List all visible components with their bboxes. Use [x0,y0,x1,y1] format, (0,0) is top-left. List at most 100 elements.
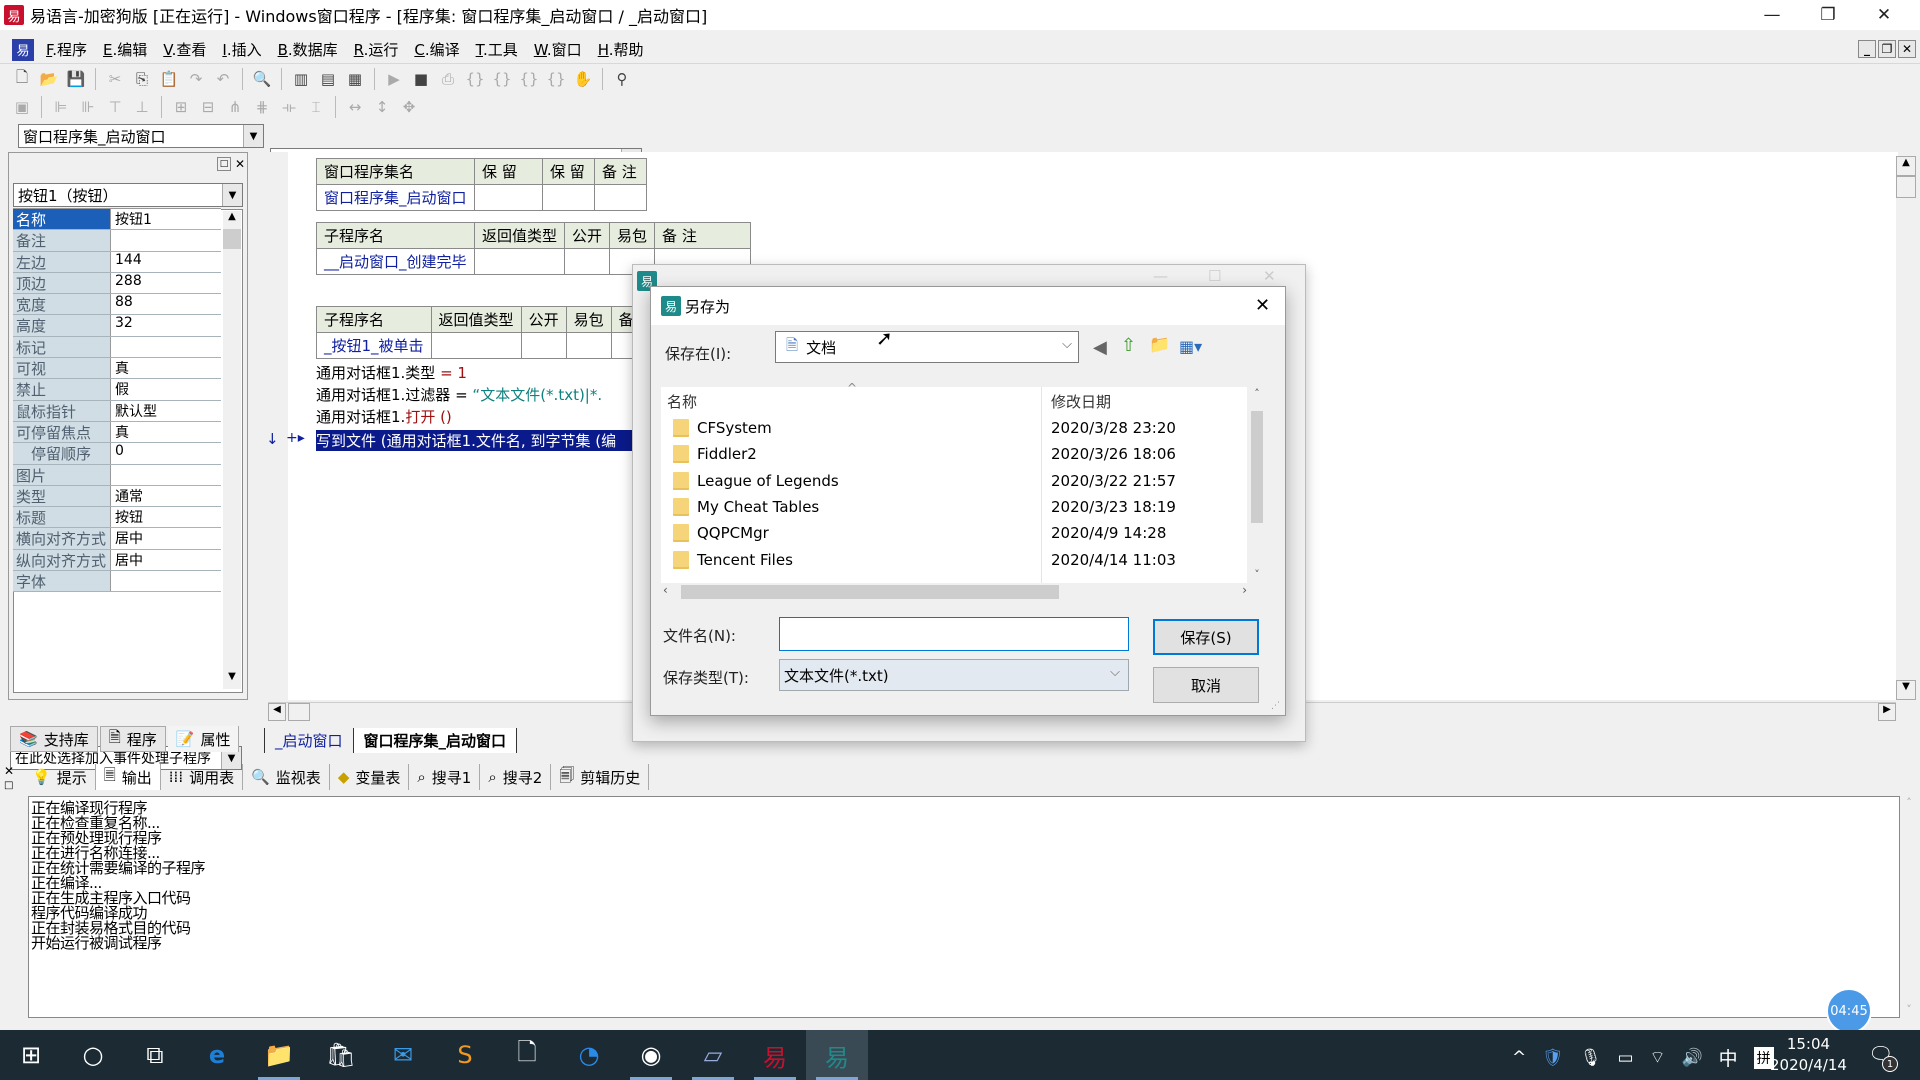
save-icon[interactable]: 💾 [64,67,88,91]
step-out-icon[interactable]: {} [517,67,541,91]
microphone-icon[interactable]: 🎙 [1580,1048,1602,1068]
property-row[interactable]: 可停留焦点真 [13,421,221,444]
volume-icon[interactable]: 🔊 [1681,1048,1702,1068]
align-left-icon[interactable]: ⊫ [49,95,73,119]
menu-run[interactable]: R.运行 [346,39,407,60]
property-value[interactable]: 32 [111,315,221,336]
tab-support-library[interactable]: 📚 支持库 [10,726,98,752]
property-value[interactable]: 0 [111,443,221,464]
property-row[interactable]: 可视真 [13,358,221,380]
file-list-vscrollbar[interactable]: ˄ ˅ [1247,387,1267,583]
redo-icon[interactable]: ↷ [184,67,208,91]
tab-hints[interactable]: 💡 提示 [24,764,96,790]
open-folder-icon[interactable]: 📂 [37,67,61,91]
step-into-icon[interactable]: {} [463,67,487,91]
tab-search2[interactable]: ⌕ 搜寻2 [480,764,552,790]
editor-vscrollbar[interactable]: ▲ ▼ [1896,156,1916,700]
property-row[interactable]: 类型 通常 [13,485,221,508]
selected-code-line[interactable]: 写到文件 (通用对话框1.文件名, 到字节集 (编 [316,430,632,451]
property-row[interactable]: 高度 32 [13,315,221,337]
layout-top-icon[interactable]: ▤ [316,67,340,91]
step-over-icon[interactable]: {} [490,67,514,91]
cut-icon[interactable]: ✂ [103,67,127,91]
task-view-button[interactable]: ⧉ [124,1030,186,1080]
search-button[interactable]: ○ [62,1030,124,1080]
code-line[interactable]: 通用对话框1.类型 = 1 [316,362,467,383]
chrome-icon[interactable]: ◉ [620,1030,682,1080]
property-value[interactable]: 真 [111,358,221,379]
eyuyan-teal-icon[interactable]: 易 [806,1030,868,1080]
new-folder-icon[interactable]: 📁 [1149,335,1170,355]
subroutine-name[interactable]: _按钮1_被单击 [316,332,432,359]
minimize-button[interactable]: — [1744,0,1800,30]
file-row[interactable]: Tencent Files 2020/4/14 11:03 [661,547,1241,573]
property-row[interactable]: 停留顺序 0 [13,443,221,465]
property-value[interactable] [111,571,221,592]
wifi-icon[interactable]: ⌔ [1650,1047,1666,1068]
layout-grid-icon[interactable]: ▦ [343,67,367,91]
tab-watch[interactable]: 🔍 监视表 [243,764,330,790]
menu-edit[interactable]: E.编辑 [95,39,155,60]
column-modified[interactable]: 修改日期 [1051,391,1111,412]
column-name[interactable]: 名称 [667,391,697,412]
align-right-icon[interactable]: ⊪ [76,95,100,119]
close-button[interactable]: ✕ [1856,0,1912,30]
mail-icon[interactable]: ✉ [372,1030,434,1080]
maximize-button[interactable]: ☐ [1208,267,1221,285]
store-icon[interactable]: 🛍 [310,1030,372,1080]
app-icon[interactable]: ▱ [682,1030,744,1080]
mdi-restore-button[interactable]: ❐ [1878,40,1896,58]
security-shield-icon[interactable]: 🛡 [1542,1048,1564,1068]
run-icon[interactable]: ▶ [382,67,406,91]
menu-compile[interactable]: C.编译 [406,39,467,60]
tab-variables[interactable]: ◆ 变量表 [330,764,410,790]
hand-icon[interactable]: ✋ [571,67,595,91]
binoculars-icon[interactable]: ⚲ [610,67,634,91]
align-top-icon[interactable]: ⊤ [103,95,127,119]
property-value[interactable]: 88 [111,294,221,315]
center-v-icon[interactable]: ⊟ [196,95,220,119]
property-value[interactable] [111,336,221,358]
save-button[interactable]: 保存(S) [1153,619,1259,655]
clock[interactable]: 15:04 2020/4/14 [1770,1034,1847,1076]
start-button[interactable]: ⊞ [0,1030,62,1080]
center-h-icon[interactable]: ⊞ [169,95,193,119]
sublime-icon[interactable]: S [434,1030,496,1080]
same-size-icon[interactable]: ✥ [397,95,421,119]
property-value[interactable]: 默认型 [111,400,221,421]
file-explorer-icon[interactable]: 📁 [248,1030,310,1080]
tab-program[interactable]: 🗎 程序 [99,726,166,752]
subroutine-name[interactable]: __启动窗口_创建完毕 [316,248,475,275]
mdi-close-button[interactable]: ✕ [1898,40,1916,58]
property-row[interactable]: 横向对齐方式 居中 [13,528,221,550]
up-folder-icon[interactable]: ⇧ [1121,335,1136,356]
tab-startup-window[interactable]: _启动窗口 [264,728,353,753]
property-row[interactable]: 名称 按钮1 [13,209,221,231]
tab-output[interactable]: 🗏 输出 [95,764,161,790]
file-list-hscrollbar[interactable]: ‹ › [661,583,1249,601]
property-row[interactable]: 左边 144 [13,251,221,273]
output-float-button[interactable]: □ [4,780,13,791]
ime-language[interactable]: 中 [1719,1044,1738,1071]
tab-clipboard-history[interactable]: 🗐 剪辑历史 [551,764,650,790]
file-row[interactable]: QQPCMgr 2020/4/9 14:28 [661,520,1241,546]
restore-button[interactable]: ❐ [1800,0,1856,30]
property-value[interactable]: 144 [111,251,221,272]
distribute-v-icon[interactable]: ⌶ [304,95,328,119]
run-to-cursor-icon[interactable]: {} [544,67,568,91]
menu-program[interactable]: F.程序 [38,39,95,60]
show-hidden-icons-icon[interactable]: ^ [1512,1048,1526,1068]
property-value[interactable] [111,230,221,251]
undo-icon[interactable]: ↶ [211,67,235,91]
output-panel[interactable]: 正在编译现行程序 正在检查重复名称... 正在预处理现行程序 正在进行名称连接... 正… [28,796,1900,1018]
property-value[interactable]: 居中 [111,528,221,549]
space-h-icon[interactable]: ⋔ [223,95,247,119]
find-icon[interactable]: 🔍 [250,67,274,91]
menu-window[interactable]: W.窗口 [526,39,590,60]
expand-icon[interactable]: +▸ [286,430,305,446]
file-row[interactable]: Fiddler2 2020/3/26 18:06 [661,441,1241,467]
property-value[interactable]: 居中 [111,549,221,571]
panel-float-button[interactable]: □ [217,157,231,171]
tab-properties[interactable]: 📝 属性 [167,726,240,752]
paste-icon[interactable]: 📋 [157,67,181,91]
